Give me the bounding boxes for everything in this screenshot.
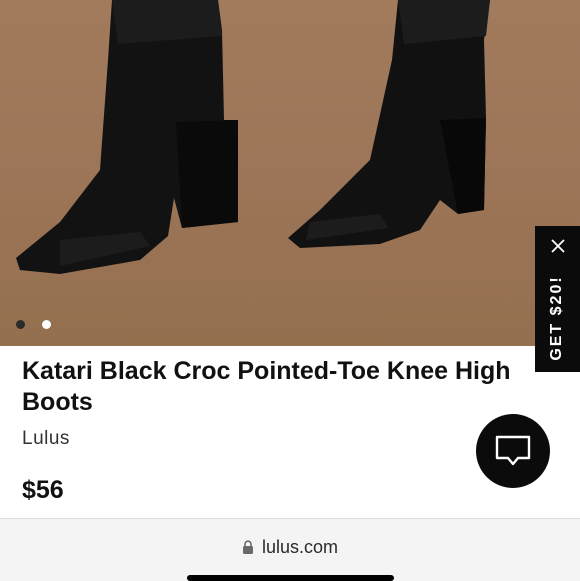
product-price: $56 <box>22 476 64 504</box>
carousel-dot-2[interactable] <box>42 320 51 329</box>
product-title: Katari Black Croc Pointed-Toe Knee High … <box>22 357 511 416</box>
product-brand[interactable]: Lulus <box>22 428 70 450</box>
close-icon[interactable] <box>535 234 580 258</box>
browser-url-bar[interactable]: lulus.com <box>0 518 580 581</box>
lock-icon <box>242 540 253 554</box>
promo-label[interactable]: GET $20! <box>548 275 566 360</box>
home-indicator[interactable] <box>187 575 394 581</box>
boots-illustration <box>16 0 490 274</box>
promo-tab[interactable]: GET $20! <box>535 226 580 372</box>
carousel-dots <box>16 320 51 329</box>
product-image[interactable] <box>0 0 580 346</box>
chat-button[interactable] <box>476 414 550 488</box>
url-text[interactable]: lulus.com <box>262 537 338 558</box>
chat-bubble-icon <box>495 435 531 466</box>
carousel-dot-1[interactable] <box>16 320 25 329</box>
